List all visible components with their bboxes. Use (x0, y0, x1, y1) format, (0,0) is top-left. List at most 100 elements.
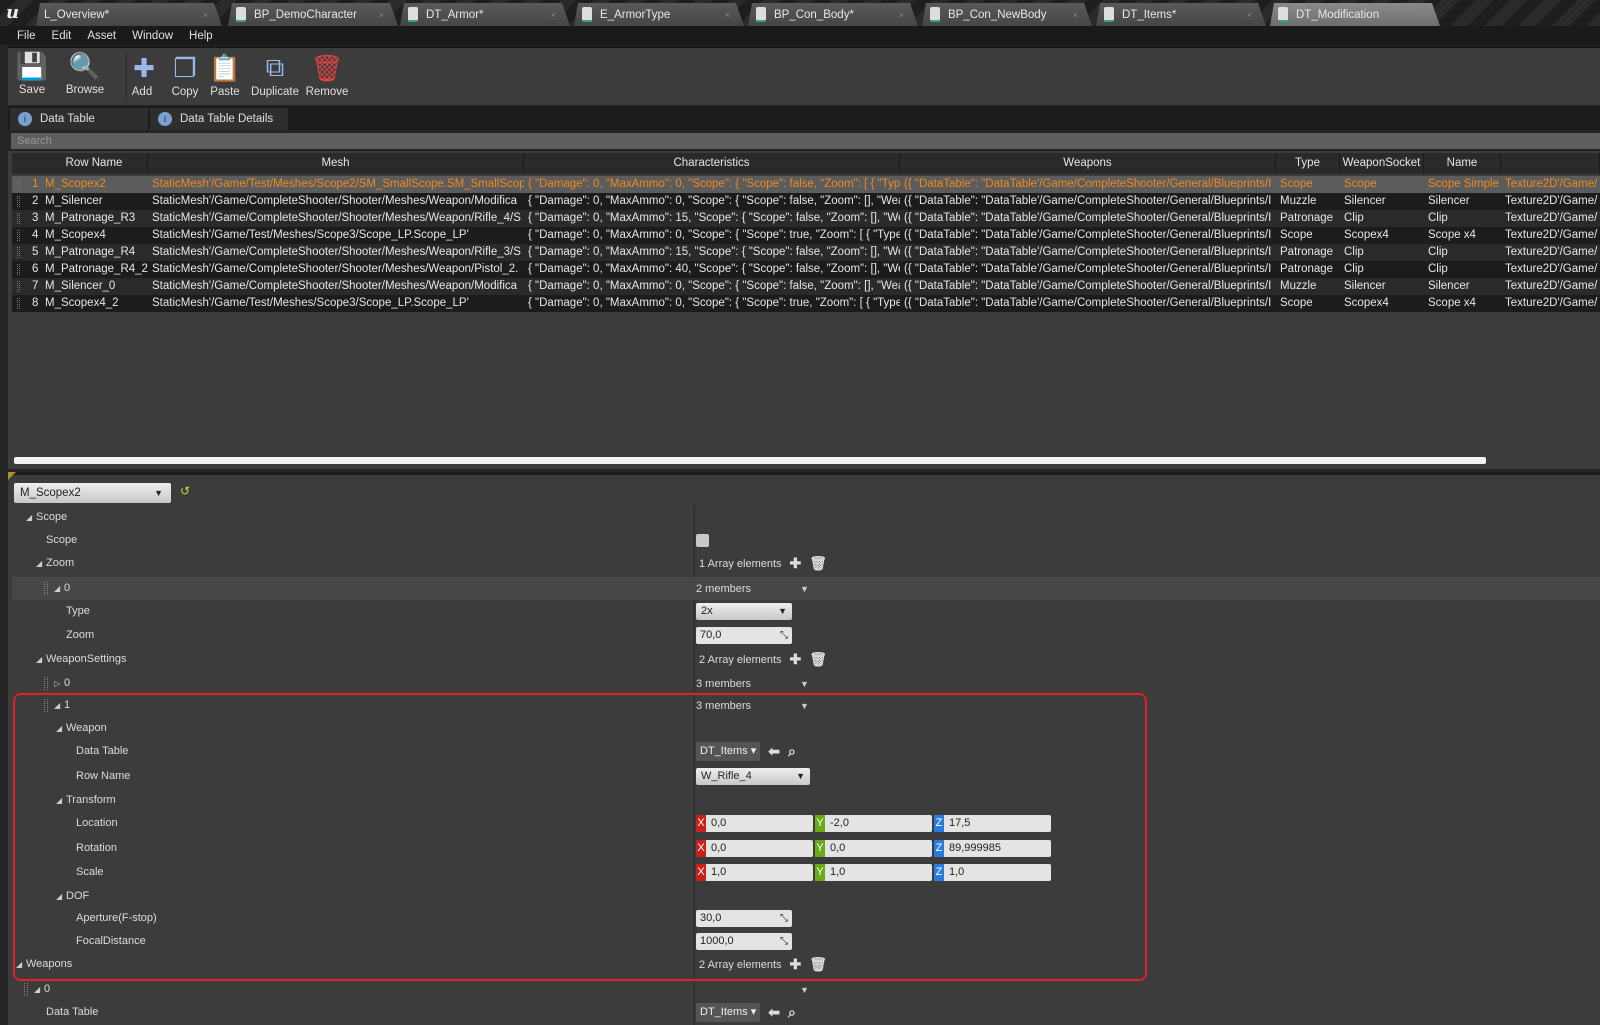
drag-handle-icon[interactable] (17, 298, 20, 309)
asset-picker[interactable]: DT_Items ▾ (696, 1003, 761, 1022)
close-icon[interactable]: × (1247, 10, 1252, 20)
toolbar-button-copy[interactable]: ❐ Copy (168, 52, 202, 99)
column-header[interactable]: Name (1424, 153, 1501, 174)
panel-tab[interactable]: i Data Table (10, 108, 148, 130)
editor-tab[interactable]: DT_Modification × (1270, 3, 1440, 26)
vector-y-field[interactable]: Y -2,0 (815, 815, 932, 832)
unreal-logo-icon[interactable]: u (6, 2, 32, 24)
toolbar-button-browse[interactable]: 🔍 Browse (62, 50, 108, 97)
column-header[interactable] (1501, 153, 1600, 174)
use-selected-arrow-icon[interactable]: ⬅ (768, 743, 780, 760)
add-element-icon[interactable]: ✚ (790, 651, 802, 668)
chevron-down-icon[interactable]: ▼ (800, 701, 809, 711)
close-icon[interactable]: × (551, 10, 556, 20)
column-header[interactable]: Weapons (900, 153, 1276, 174)
close-icon[interactable]: × (1073, 10, 1078, 20)
drag-handle-icon[interactable] (17, 281, 20, 292)
expand-arrow-icon[interactable]: ◢ (56, 789, 66, 812)
chevron-down-icon[interactable]: ▼ (800, 679, 809, 689)
vector-x-field[interactable]: X 0,0 (696, 840, 813, 857)
column-header[interactable]: WeaponSocket (1340, 153, 1424, 174)
close-icon[interactable]: × (379, 10, 384, 20)
editor-tab[interactable]: BP_Con_Body* × (748, 3, 918, 26)
table-row[interactable]: 2 M_Silencer StaticMesh'/Game/CompleteShoo… (12, 193, 1600, 210)
editor-tab[interactable]: BP_Con_NewBody × (922, 3, 1092, 26)
vector-x-field[interactable]: X 0,0 (696, 815, 813, 832)
drag-spin-icon[interactable]: ⤡ (780, 910, 788, 927)
browse-search-icon[interactable]: ⌕ (788, 743, 796, 760)
delete-all-icon[interactable]: 🗑 (809, 555, 827, 572)
browse-search-icon[interactable]: ⌕ (788, 1004, 796, 1021)
expand-arrow-icon[interactable]: ◢ (54, 694, 64, 717)
enum-combo[interactable]: W_Rifle_4 ▼ (696, 768, 810, 785)
add-element-icon[interactable]: ✚ (790, 555, 802, 572)
drag-handle-icon[interactable] (17, 264, 20, 275)
delete-all-icon[interactable]: 🗑 (809, 651, 827, 668)
vector-z-field[interactable]: Z 1,0 (934, 864, 1051, 881)
close-icon[interactable]: × (899, 10, 904, 20)
chevron-down-icon[interactable]: ▼ (800, 985, 809, 995)
toolbar-button-add[interactable]: ✚ Add (128, 52, 156, 99)
drag-handle-icon[interactable] (24, 983, 28, 996)
table-row[interactable]: 7 M_Silencer_0 StaticMesh'/Game/CompleteSh… (12, 278, 1600, 295)
column-header[interactable]: Mesh (148, 153, 524, 174)
close-icon[interactable]: × (1421, 10, 1426, 20)
use-selected-arrow-icon[interactable]: ⬅ (768, 1004, 780, 1021)
table-row[interactable]: 8 M_Scopex4_2 StaticMesh'/Game/Test/Meshes… (12, 295, 1600, 312)
close-icon[interactable]: × (725, 10, 730, 20)
drag-handle-icon[interactable] (44, 582, 48, 595)
drag-handle-icon[interactable] (44, 677, 48, 690)
close-icon[interactable]: × (203, 10, 208, 20)
asset-picker[interactable]: DT_Items ▾ (696, 742, 761, 761)
toolbar-button-remove[interactable]: 🗑 Remove (304, 52, 350, 99)
number-field[interactable]: 30,0 ⤡ (696, 910, 792, 927)
editor-tab[interactable]: DT_Armor* × (400, 3, 570, 26)
drag-handle-icon[interactable] (17, 247, 20, 258)
expand-arrow-icon[interactable]: ◢ (54, 577, 64, 600)
expand-arrow-icon[interactable]: ◢ (36, 552, 46, 575)
table-row[interactable]: 3 M_Patronage_R3 StaticMesh'/Game/Complete… (12, 210, 1600, 227)
toolbar-button-paste[interactable]: 📋 Paste (208, 52, 242, 99)
editor-tab[interactable]: L_Overview* × (36, 3, 222, 26)
table-row[interactable]: 6 M_Patronage_R4_2 StaticMesh'/Game/Comple… (12, 261, 1600, 278)
panel-tab[interactable]: i Data Table Details (150, 108, 288, 130)
editor-tab[interactable]: BP_DemoCharacter × (228, 3, 398, 26)
column-header[interactable]: Row Name (41, 153, 148, 174)
editor-tab[interactable]: DT_Items* × (1096, 3, 1266, 26)
column-header[interactable]: Characteristics (524, 153, 900, 174)
drag-spin-icon[interactable]: ⤡ (780, 627, 788, 644)
expand-arrow-icon[interactable]: ◢ (16, 953, 26, 976)
row-selector-dropdown[interactable]: M_Scopex2 ▼ (14, 483, 171, 503)
expand-arrow-icon[interactable]: ◢ (26, 506, 36, 529)
drag-handle-icon[interactable] (17, 230, 20, 241)
vector-z-field[interactable]: Z 89,999985 (934, 840, 1051, 857)
table-row[interactable]: 5 M_Patronage_R4 StaticMesh'/Game/Complete… (12, 244, 1600, 261)
expand-arrow-icon[interactable]: ◢ (34, 978, 44, 1001)
number-field[interactable]: 70,0 ⤡ (696, 627, 792, 644)
drag-handle-icon[interactable] (17, 179, 20, 190)
enum-combo[interactable]: 2x ▼ (696, 603, 792, 620)
vector-y-field[interactable]: Y 0,0 (815, 840, 932, 857)
table-row[interactable]: 1 M_Scopex2 StaticMesh'/Game/Test/Meshes/S… (12, 176, 1600, 193)
chevron-down-icon[interactable]: ▼ (800, 584, 809, 594)
collapse-arrow-icon[interactable]: ▷ (54, 672, 64, 695)
vector-y-field[interactable]: Y 1,0 (815, 864, 932, 881)
table-row[interactable]: 4 M_Scopex4 StaticMesh'/Game/Test/Meshes/S… (12, 227, 1600, 244)
checkbox[interactable] (696, 534, 709, 547)
toolbar-button-duplicate[interactable]: ⧉ Duplicate (250, 52, 300, 98)
delete-all-icon[interactable]: 🗑 (809, 956, 827, 973)
drag-handle-icon[interactable] (17, 213, 20, 224)
number-field[interactable]: 1000,0 ⤡ (696, 933, 792, 950)
column-header[interactable]: Type (1276, 153, 1340, 174)
add-element-icon[interactable]: ✚ (790, 956, 802, 973)
editor-tab[interactable]: E_ArmorType × (574, 3, 744, 26)
reset-to-default-icon[interactable]: ↺ (180, 484, 190, 498)
menu-item[interactable]: Help (182, 30, 222, 42)
vector-z-field[interactable]: Z 17,5 (934, 815, 1051, 832)
menu-item[interactable]: Window (125, 30, 182, 42)
expand-arrow-icon[interactable]: ◢ (56, 885, 66, 908)
toolbar-button-save[interactable]: 💾 Save (14, 50, 50, 97)
menu-item[interactable]: File (10, 30, 45, 42)
expand-arrow-icon[interactable]: ◢ (56, 717, 66, 740)
expand-arrow-icon[interactable]: ◢ (36, 648, 46, 671)
